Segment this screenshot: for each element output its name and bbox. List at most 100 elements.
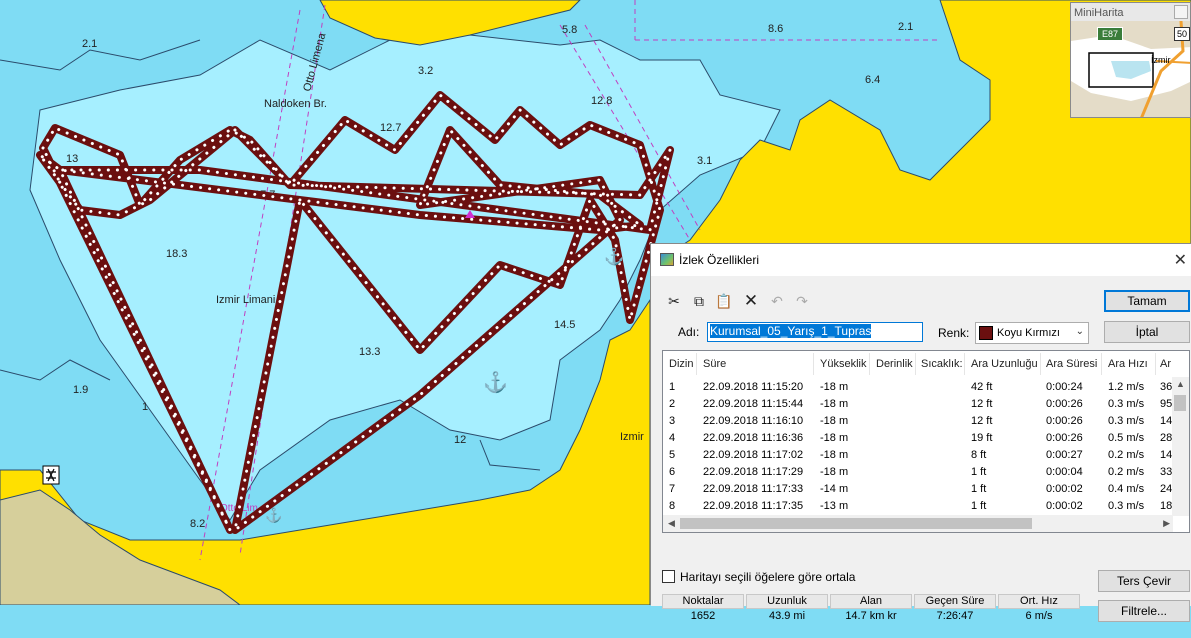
- center-map-label[interactable]: Haritayı seçili öğelere göre ortala: [680, 570, 855, 584]
- reverse-button[interactable]: Ters Çevir: [1098, 570, 1190, 592]
- table-row[interactable]: 5 22.09.2018 11:17:02 -18 m 8 ft 0:00:27 0.2 …: [663, 447, 1173, 464]
- column-header-ara-suresi[interactable]: Ara Süresi: [1046, 358, 1097, 370]
- paste-icon[interactable]: 📋: [715, 292, 733, 310]
- anchor-icon[interactable]: ⚓: [604, 247, 624, 266]
- close-icon[interactable]: ✕: [1174, 250, 1187, 270]
- delete-icon[interactable]: ✕: [742, 291, 760, 310]
- cell-dizin: 2: [669, 398, 676, 410]
- cell-ara-suresi: 0:00:26: [1046, 415, 1083, 427]
- column-header-yukseklik[interactable]: Yükseklik: [820, 358, 866, 370]
- dialog-title: İzlek Özellikleri: [679, 253, 760, 267]
- scissors-icon[interactable]: ✂: [665, 292, 683, 310]
- minimap-road-number: 50: [1173, 27, 1190, 41]
- stat-label: Alan: [830, 594, 912, 609]
- cancel-button[interactable]: İptal: [1104, 321, 1190, 343]
- cell-ara-hizi: 0.3 m/s: [1108, 415, 1145, 427]
- stat-value: 1652: [690, 610, 716, 622]
- cell-ara-hizi: 0.2 m/s: [1108, 449, 1145, 461]
- minimap-close-icon[interactable]: [1174, 5, 1188, 19]
- table-row[interactable]: 6 22.09.2018 11:17:29 -18 m 1 ft 0:00:04 0.2 …: [663, 464, 1173, 481]
- cell-ar: 14: [1160, 449, 1173, 461]
- svg-text:1: 1: [142, 401, 148, 413]
- undo-icon[interactable]: ↶: [768, 292, 786, 310]
- column-header-sicaklik[interactable]: Sıcaklık:: [921, 358, 963, 370]
- column-header-derinlik[interactable]: Derinlik: [876, 358, 913, 370]
- cell-dizin: 5: [669, 449, 676, 461]
- stat-label: Geçen Süre: [914, 594, 996, 609]
- trackpoints-table[interactable]: Dizin Süre Yükseklik Derinlik Sıcaklık: …: [662, 350, 1190, 533]
- anchor-icon[interactable]: ⚓: [483, 370, 508, 394]
- color-select-value: Koyu Kırmızı: [997, 327, 1060, 339]
- color-select[interactable]: Koyu Kırmızı ⌄: [975, 322, 1089, 344]
- cell-ara-suresi: 0:00:02: [1046, 483, 1083, 495]
- cell-ar: 24: [1160, 483, 1173, 495]
- column-header-ar[interactable]: Ar: [1160, 358, 1171, 370]
- scroll-up-icon[interactable]: ▲: [1176, 379, 1185, 389]
- scroll-right-icon[interactable]: ▶: [1163, 518, 1170, 529]
- name-label: Adı:: [678, 325, 700, 339]
- minimap-road-badge: E87: [1097, 27, 1124, 41]
- dialog-titlebar[interactable]: İzlek Özellikleri ✕: [651, 244, 1191, 276]
- column-header-ara-hizi[interactable]: Ara Hızı: [1108, 358, 1148, 370]
- svg-text:12: 12: [454, 434, 466, 446]
- chevron-down-icon[interactable]: ⌄: [1076, 326, 1084, 337]
- copy-icon[interactable]: ⧉: [690, 292, 708, 310]
- scroll-left-icon[interactable]: ◀: [668, 518, 675, 529]
- cell-yukseklik: -18 m: [820, 415, 849, 427]
- table-row[interactable]: 4 22.09.2018 11:16:36 -18 m 19 ft 0:00:26 0.5…: [663, 430, 1173, 447]
- filter-button[interactable]: Filtrele...: [1098, 600, 1190, 622]
- cell-sure: 22.09.2018 11:17:35: [703, 500, 804, 512]
- minimap-panel[interactable]: MiniHarita E87 50 İzmir: [1070, 2, 1191, 118]
- place-label-izmir-limani: Izmir Limani: [216, 294, 275, 306]
- stat-label: Uzunluk: [746, 594, 828, 609]
- svg-text:1.9: 1.9: [73, 384, 88, 396]
- column-header-sure[interactable]: Süre: [703, 358, 726, 370]
- anchor-icon[interactable]: ⚓: [265, 507, 282, 524]
- table-row[interactable]: 1 22.09.2018 11:15:20 -18 m 42 ft 0:00:24 1.2…: [663, 379, 1173, 396]
- cell-ara-suresi: 0:00:02: [1046, 500, 1083, 512]
- column-header-dizin[interactable]: Dizin: [669, 358, 693, 370]
- dialog-app-icon: [660, 253, 674, 266]
- center-map-checkbox[interactable]: [662, 570, 675, 583]
- stat-elapsed: Geçen Süre 7:26:47: [914, 594, 996, 638]
- cell-ara-suresi: 0:00:26: [1046, 432, 1083, 444]
- minimap-city-label: İzmir: [1151, 55, 1171, 65]
- redo-icon[interactable]: ↷: [793, 292, 811, 310]
- cell-yukseklik: -18 m: [820, 381, 849, 393]
- horizontal-scrollbar[interactable]: ◀ ▶: [663, 515, 1173, 532]
- cell-ara-suresi: 0:00:24: [1046, 381, 1083, 393]
- ok-button[interactable]: Tamam: [1104, 290, 1190, 312]
- color-label: Renk:: [938, 326, 970, 340]
- cell-ara-uzunlugu: 12 ft: [971, 415, 993, 427]
- cell-yukseklik: -13 m: [820, 500, 849, 512]
- stat-length: Uzunluk 43.9 mi: [746, 594, 828, 638]
- track-properties-dialog[interactable]: İzlek Özellikleri ✕ ✂ ⧉ 📋 ✕ ↶ ↷ Tamam İp…: [650, 243, 1191, 622]
- svg-text:3.2: 3.2: [418, 65, 433, 77]
- stat-label: Ort. Hız: [998, 594, 1080, 609]
- cell-sure: 22.09.2018 11:17:02: [703, 449, 804, 461]
- stat-value: 6 m/s: [1025, 610, 1053, 622]
- cell-ar: 33: [1160, 466, 1173, 478]
- cell-yukseklik: -18 m: [820, 466, 849, 478]
- stat-avg-speed: Ort. Hız 6 m/s: [998, 594, 1080, 638]
- table-row[interactable]: 7 22.09.2018 11:17:33 -14 m 1 ft 0:00:02 0.4 …: [663, 481, 1173, 498]
- cell-yukseklik: -14 m: [820, 483, 849, 495]
- svg-text:18.3: 18.3: [166, 248, 187, 260]
- stat-points: Noktalar 1652: [662, 594, 744, 638]
- vertical-scrollbar[interactable]: ▲: [1172, 377, 1189, 516]
- cell-dizin: 7: [669, 483, 676, 495]
- column-header-ara-uzunlugu[interactable]: Ara Uzunluğu: [971, 358, 1038, 370]
- place-label-naldoken: Naldoken Br.: [264, 98, 327, 110]
- cell-ara-hizi: 1.2 m/s: [1108, 381, 1145, 393]
- table-row[interactable]: 8 22.09.2018 11:17:35 -13 m 1 ft 0:00:02 0.3 …: [663, 498, 1173, 515]
- svg-text:5.8: 5.8: [562, 24, 577, 36]
- svg-text:2.1: 2.1: [82, 38, 97, 50]
- table-row[interactable]: 2 22.09.2018 11:15:44 -18 m 12 ft 0:00:26 0.3…: [663, 396, 1173, 413]
- table-row[interactable]: 3 22.09.2018 11:16:10 -18 m 12 ft 0:00:26 0.3…: [663, 413, 1173, 430]
- cell-dizin: 8: [669, 500, 676, 512]
- name-input[interactable]: Kurumsal_05_Yarış_1_Tupras: [707, 322, 923, 342]
- cell-ara-suresi: 0:00:27: [1046, 449, 1083, 461]
- color-swatch: [979, 326, 993, 340]
- vertical-scroll-thumb[interactable]: [1174, 395, 1186, 411]
- horizontal-scroll-thumb[interactable]: [680, 518, 1032, 529]
